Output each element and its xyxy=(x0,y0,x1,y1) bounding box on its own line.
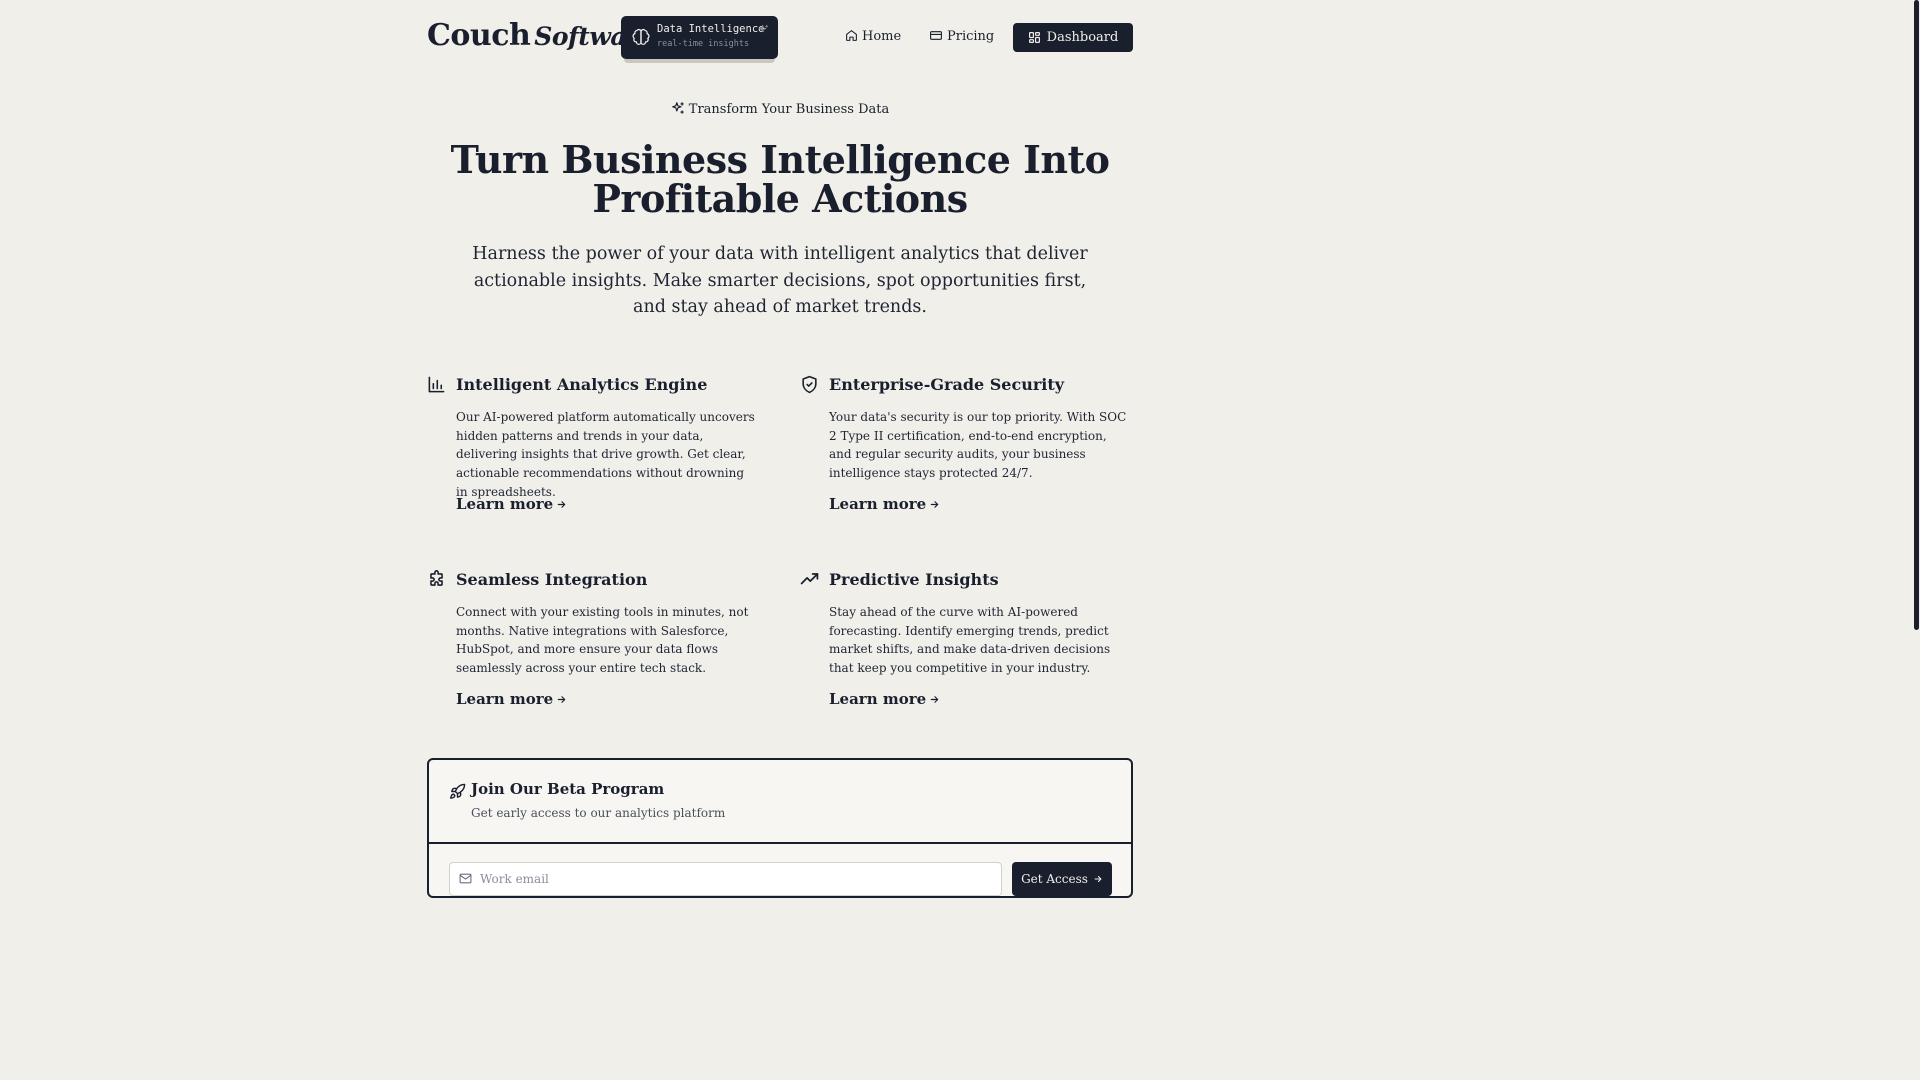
beta-program-card: Join Our Beta Program Get early access t… xyxy=(427,758,1133,898)
learn-more-label: Learn more xyxy=(456,690,554,708)
get-access-button[interactable]: Get Access xyxy=(1012,862,1112,896)
bar-chart-icon xyxy=(428,376,445,393)
feature-description: Your data's security is our top priority… xyxy=(829,410,1127,481)
data-intelligence-badge-wrap: Data Intelligence real-time insights xyxy=(621,16,778,63)
beta-divider xyxy=(429,842,1131,844)
badge-title: Data Intelligence xyxy=(657,23,765,35)
shield-check-icon xyxy=(802,375,817,394)
arrow-right-icon xyxy=(1094,875,1102,883)
home-icon xyxy=(846,30,857,41)
top-header: Couch Software Data Intelligence real-tim… xyxy=(427,0,1133,75)
learn-more-label: Learn more xyxy=(829,495,927,513)
learn-more-link[interactable]: Learn more xyxy=(829,495,940,513)
feature-description: Our AI-powered platform automatically un… xyxy=(456,410,755,499)
sparkles-icon xyxy=(671,102,684,114)
hero-eyebrow-text: Transform Your Business Data xyxy=(688,102,890,117)
nav-home-link[interactable]: Home xyxy=(845,29,901,44)
trending-up-icon xyxy=(800,573,819,585)
feature-title: Predictive Insights xyxy=(829,570,999,589)
feature-title: Seamless Integration xyxy=(456,570,648,589)
feature-title: Intelligent Analytics Engine xyxy=(456,375,708,394)
hero-title-line-2: Profitable Actions xyxy=(592,176,968,221)
learn-more-link[interactable]: Learn more xyxy=(456,495,567,513)
arrow-right-icon xyxy=(930,501,939,508)
logo-main: Couch xyxy=(427,18,531,53)
nav-pricing-link[interactable]: Pricing xyxy=(929,29,994,44)
beta-subtitle: Get early access to our analytics platfo… xyxy=(471,806,726,820)
puzzle-icon xyxy=(430,570,443,586)
learn-more-link[interactable]: Learn more xyxy=(456,690,567,708)
arrow-right-icon xyxy=(557,501,566,508)
scrollbar-thumb[interactable] xyxy=(1914,0,1919,630)
mail-icon xyxy=(459,873,472,884)
brain-icon xyxy=(632,28,650,45)
page-scrollbar[interactable] xyxy=(1912,0,1920,882)
learn-more-label: Learn more xyxy=(829,690,927,708)
dashboard-label: Dashboard xyxy=(1046,30,1119,45)
feature-description: Stay ahead of the curve with AI-powered … xyxy=(829,605,1111,676)
learn-more-link[interactable]: Learn more xyxy=(829,690,940,708)
data-intelligence-badge[interactable]: Data Intelligence real-time insights xyxy=(621,16,778,59)
dashboard-button[interactable]: Dashboard xyxy=(1013,23,1133,52)
hero-title: Turn Business Intelligence Into Profitab… xyxy=(427,140,1133,218)
nav-pricing-label: Pricing xyxy=(947,29,995,44)
get-access-label: Get Access xyxy=(1021,872,1088,886)
page-container: Couch Software Data Intelligence real-tim… xyxy=(427,0,1133,898)
rocket-icon xyxy=(450,783,466,799)
arrow-right-icon xyxy=(930,696,939,703)
feature-description: Connect with your existing tools in minu… xyxy=(456,605,749,676)
sparkles-icon xyxy=(758,24,769,33)
credit-card-icon xyxy=(930,31,942,40)
feature-title: Enterprise-Grade Security xyxy=(829,375,1065,394)
badge-subtitle: real-time insights xyxy=(657,39,750,49)
arrow-right-icon xyxy=(557,696,566,703)
beta-title: Join Our Beta Program xyxy=(471,780,665,798)
learn-more-label: Learn more xyxy=(456,495,554,513)
dashboard-icon xyxy=(1028,32,1040,43)
work-email-input[interactable] xyxy=(449,862,1002,896)
hero-eyebrow: Transform Your Business Data xyxy=(427,101,1133,117)
badge-shadow xyxy=(624,59,775,63)
nav-home-label: Home xyxy=(862,29,902,44)
hero-subtitle: Harness the power of your data with inte… xyxy=(472,244,1088,317)
